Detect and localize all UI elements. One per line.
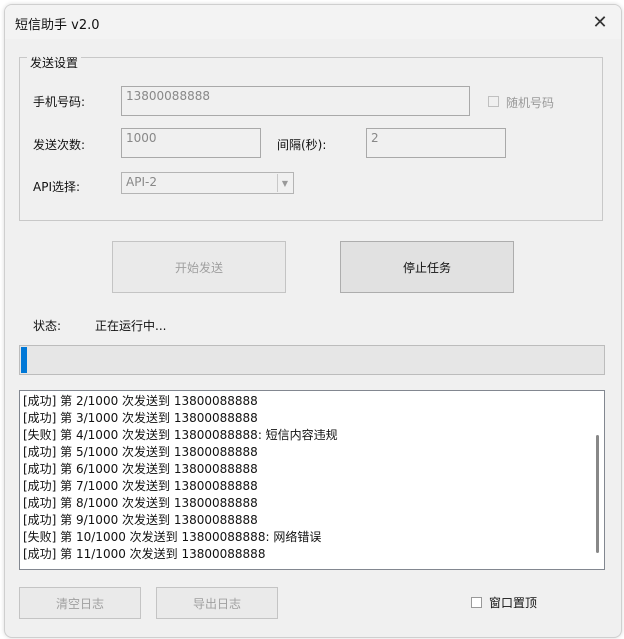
chevron-down-icon: ▼ <box>277 174 292 192</box>
log-line: [成功] 第 6/1000 次发送到 13800088888 <box>23 462 258 476</box>
random-number-checkbox[interactable] <box>488 96 499 107</box>
log-line: [成功] 第 5/1000 次发送到 13800088888 <box>23 445 258 459</box>
log-lines: [成功] 第 2/1000 次发送到 13800088888 [成功] 第 3/… <box>23 393 338 563</box>
log-box[interactable]: [成功] 第 2/1000 次发送到 13800088888 [成功] 第 3/… <box>19 390 605 570</box>
progress-bar <box>19 345 605 375</box>
export-log-label: 导出日志 <box>192 596 241 611</box>
log-line: [成功] 第 3/1000 次发送到 13800088888 <box>23 411 258 425</box>
export-log-button[interactable]: 导出日志 <box>156 587 278 619</box>
log-line: [失败] 第 4/1000 次发送到 13800088888: 短信内容违规 <box>23 428 338 442</box>
progress-fill <box>21 347 27 373</box>
api-label: API选择: <box>33 180 81 194</box>
count-input[interactable]: 1000 <box>121 128 261 158</box>
title-bar: 短信助手 v2.0 ✕ <box>5 5 621 39</box>
log-scroll-thumb[interactable] <box>596 435 599 553</box>
status-label: 状态: <box>33 319 62 333</box>
log-line: [成功] 第 11/1000 次发送到 13800088888 <box>23 547 266 561</box>
clear-log-label: 清空日志 <box>55 596 104 611</box>
phone-value: 13800088888 <box>126 89 210 103</box>
clear-log-button[interactable]: 清空日志 <box>19 587 141 619</box>
app-window: 短信助手 v2.0 ✕ 发送设置 手机号码: 13800088888 随机号码 … <box>4 4 622 638</box>
interval-input[interactable]: 2 <box>366 128 506 158</box>
send-settings-label: 发送设置 <box>27 54 82 71</box>
phone-input[interactable]: 13800088888 <box>121 86 470 116</box>
status-value: 正在运行中... <box>95 319 167 333</box>
window-title: 短信助手 v2.0 <box>15 18 100 33</box>
log-line: [成功] 第 2/1000 次发送到 13800088888 <box>23 394 258 408</box>
start-send-label: 开始发送 <box>174 260 223 275</box>
stop-task-button[interactable]: 停止任务 <box>340 241 514 293</box>
api-value: API-2 <box>126 175 157 189</box>
log-line: [成功] 第 8/1000 次发送到 13800088888 <box>23 496 258 510</box>
interval-value: 2 <box>371 131 379 145</box>
phone-label: 手机号码: <box>33 95 86 109</box>
count-value: 1000 <box>126 131 157 145</box>
log-scrollbar[interactable] <box>592 391 604 569</box>
start-send-button[interactable]: 开始发送 <box>112 241 286 293</box>
log-line: [失败] 第 10/1000 次发送到 13800088888: 网络错误 <box>23 530 322 544</box>
close-icon: ✕ <box>592 11 608 33</box>
log-line: [成功] 第 7/1000 次发送到 13800088888 <box>23 479 258 493</box>
random-number-label: 随机号码 <box>506 96 555 110</box>
api-select[interactable]: API-2 ▼ <box>121 172 294 194</box>
always-on-top-checkbox[interactable] <box>471 597 482 608</box>
close-button[interactable]: ✕ <box>579 5 621 39</box>
count-label: 发送次数: <box>33 138 86 152</box>
interval-label: 间隔(秒): <box>277 138 327 152</box>
stop-task-label: 停止任务 <box>402 260 451 275</box>
log-line: [成功] 第 9/1000 次发送到 13800088888 <box>23 513 258 527</box>
always-on-top-label: 窗口置顶 <box>489 596 538 610</box>
